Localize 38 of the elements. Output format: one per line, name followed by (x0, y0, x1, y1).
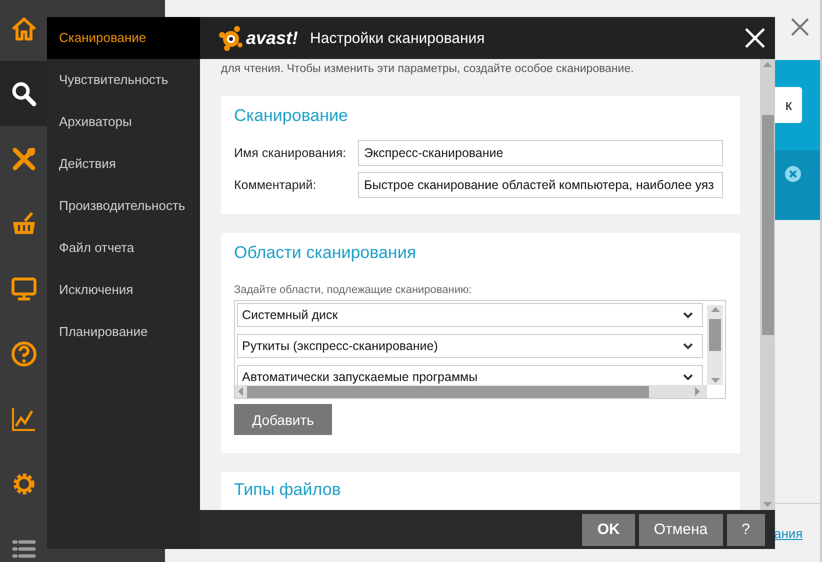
field-label: Имя сканирования: (234, 146, 348, 160)
dialog-button[interactable]: OK (582, 514, 635, 546)
caret-icon (683, 312, 693, 318)
search-icon (10, 80, 38, 108)
dialog-button[interactable]: ? (726, 514, 765, 546)
logo-icon (218, 25, 244, 51)
close-circle-icon[interactable] (784, 165, 802, 183)
caret-icon (683, 342, 693, 350)
logo-text: avast! (246, 28, 298, 48)
menu-item[interactable]: Сканирование (47, 17, 200, 59)
menu-item[interactable]: Действия (47, 143, 200, 185)
section-heading: Области сканирования (234, 243, 418, 264)
dropdown[interactable]: Системный диск (237, 303, 703, 327)
input-field[interactable]: Быстрое сканирование областей компьютера, наиболее уяз (358, 172, 723, 198)
rail-item[interactable] (0, 61, 47, 126)
dialog-button[interactable]: Отмена (638, 514, 723, 546)
menu-item[interactable]: Планирование (47, 311, 200, 353)
caret-icon (683, 374, 693, 380)
hint-text: Задайте области, подлежащие сканированию: (234, 284, 473, 296)
input-field[interactable]: Экспресс-сканирование (358, 140, 723, 166)
dialog-title: Настройки сканирования (310, 30, 485, 46)
menu-item[interactable]: Чувствительность (47, 59, 200, 101)
menu-item[interactable]: Исключения (47, 269, 200, 311)
section-heading: Сканирование (234, 106, 349, 127)
menu-item[interactable]: Производительность (47, 185, 200, 227)
monitor-icon (10, 274, 38, 302)
dropdown[interactable]: Руткиты (экспресс-сканирование) (237, 334, 703, 358)
add-button[interactable]: Добавить (234, 404, 332, 435)
help-icon (10, 340, 38, 368)
field-label: Комментарий: (234, 178, 318, 192)
scrollbar[interactable] (707, 305, 723, 385)
menu-item[interactable]: Файл отчета (47, 227, 200, 269)
menu-item[interactable]: Архиваторы (47, 101, 200, 143)
action-button[interactable]: к (775, 87, 802, 123)
intro-text: для чтения. Чтобы изменить эти параметры, создайте особое сканирование. (221, 63, 635, 77)
scrollbar[interactable] (235, 385, 707, 398)
home-icon (10, 14, 38, 42)
section-heading: Типы файлов (234, 480, 342, 501)
